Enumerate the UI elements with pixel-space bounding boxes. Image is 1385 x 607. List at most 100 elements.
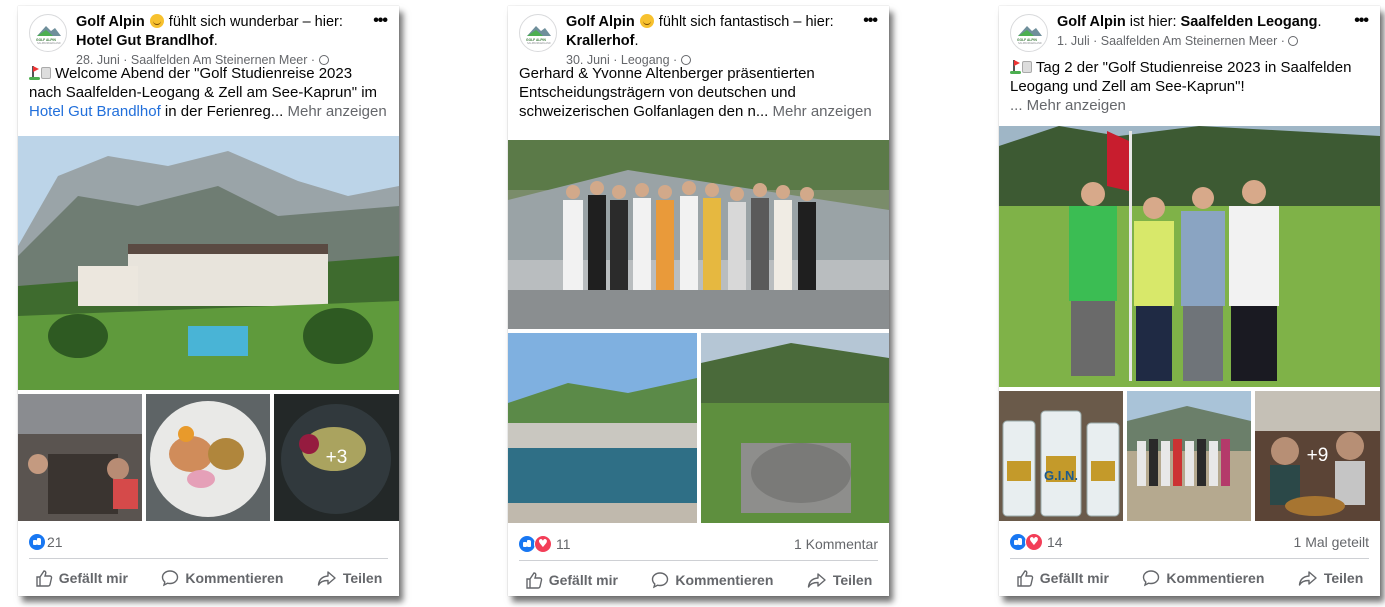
checkin-text: ist hier: — [1129, 14, 1177, 30]
post-meta: 1. Juli · Saalfelden Am Steinernen Meer … — [1057, 32, 1346, 51]
reaction-count[interactable]: 14 — [1047, 534, 1063, 550]
photo-valley[interactable] — [701, 333, 889, 523]
author-name[interactable]: Golf Alpin — [566, 14, 635, 30]
post-meta: 28. Juni · Saalfelden Am Steinernen Meer… — [76, 51, 365, 70]
comment-button[interactable]: Kommentieren — [651, 571, 773, 589]
avatar[interactable]: GOLF ALPIN SALZBURGERLAND — [1010, 14, 1048, 52]
post-title: Golf Alpin fühlt sich wunderbar – hier: … — [76, 13, 365, 70]
photo-hotel-pool[interactable] — [508, 333, 697, 523]
post-text-body: Tag 2 der "Golf Studienreise 2023 in Saa… — [1010, 59, 1352, 95]
post-meta: 30. Juni · Leogang · — [566, 51, 855, 70]
comment-icon — [162, 570, 179, 587]
comment-icon — [1143, 570, 1160, 587]
place-link[interactable]: Saalfelden Leogang — [1181, 14, 1318, 30]
post-header: GOLF ALPIN SALZBURGERLAND Golf Alpin füh… — [18, 6, 399, 67]
post-date-location[interactable]: 28. Juni · Saalfelden Am Steinernen Meer… — [76, 53, 315, 67]
like-label: Gefällt mir — [1039, 570, 1109, 586]
comment-button[interactable]: Kommentieren — [1142, 569, 1264, 587]
photo-dinner[interactable] — [18, 394, 142, 521]
love-reaction-icon — [1025, 533, 1043, 551]
photo-grid: G.I.N. +9 — [999, 126, 1380, 521]
photo-golfers[interactable] — [999, 126, 1380, 387]
share-button[interactable]: Teilen — [1298, 569, 1363, 587]
more-options-icon[interactable]: ••• — [1354, 12, 1369, 30]
hotel-link[interactable]: Hotel Gut Brandlhof — [29, 103, 161, 120]
feeling-text: fühlt sich wunderbar – hier: — [168, 14, 343, 30]
divider — [519, 560, 878, 561]
post-text-tail: in der Ferienreg... — [164, 103, 284, 120]
reaction-count[interactable]: 21 — [47, 534, 63, 550]
photo-hotel[interactable] — [18, 136, 399, 390]
post-text-body: Welcome Abend der "Golf Studienreise 202… — [29, 65, 378, 101]
reaction-bar: 11 1 Kommentar — [519, 532, 878, 556]
share-icon — [807, 573, 826, 588]
smile-emoji-icon — [149, 14, 164, 28]
avatar-logo-icon — [1018, 26, 1042, 36]
like-icon — [1017, 570, 1033, 587]
avatar[interactable]: GOLF ALPIN SALZBURGERLAND — [519, 14, 557, 52]
like-button[interactable]: Gefällt mir — [35, 569, 128, 587]
more-photos-count[interactable]: +9 — [1255, 391, 1380, 521]
post-date-location[interactable]: 1. Juli · Saalfelden Am Steinernen Meer … — [1057, 34, 1285, 48]
logo-subtext: SALZBURGERLAND — [37, 42, 61, 45]
like-icon — [526, 572, 542, 589]
globe-icon — [318, 55, 329, 65]
share-icon — [1298, 571, 1317, 586]
comment-button[interactable]: Kommentieren — [161, 569, 283, 587]
comment-label: Kommentieren — [1166, 570, 1265, 586]
share-icon — [317, 571, 336, 586]
post-card-3: GOLF ALPIN SALZBURGERLAND Golf Alpin ist… — [999, 6, 1380, 596]
photo-group-terrace[interactable] — [1127, 391, 1251, 521]
photo-dinner-2[interactable]: +9 — [1255, 391, 1380, 521]
photo-grid: +3 — [18, 136, 399, 521]
post-title: Golf Alpin ist hier: Saalfelden Leogang.… — [1057, 13, 1346, 51]
see-more-link[interactable]: Mehr anzeigen — [287, 103, 386, 120]
author-name[interactable]: Golf Alpin — [76, 14, 145, 30]
post-title: Golf Alpin fühlt sich fantastisch – hier… — [566, 13, 855, 70]
post-text: Tag 2 der "Golf Studienreise 2023 in Saa… — [999, 58, 1380, 115]
see-more-link[interactable]: ... Mehr anzeigen — [1010, 97, 1126, 114]
divider — [29, 558, 388, 559]
post-text: Gerhard & Yvonne Altenberger präsentiert… — [508, 64, 889, 121]
photo-dish-1[interactable] — [146, 394, 270, 521]
golf-flag-icon — [1010, 60, 1032, 74]
post-text-body: Gerhard & Yvonne Altenberger präsentiert… — [519, 65, 815, 120]
share-label: Teilen — [342, 570, 383, 586]
photo-dish-2[interactable]: +3 — [274, 394, 399, 521]
avatar-logo-icon — [37, 26, 61, 36]
post-date-location[interactable]: 30. Juni · Leogang · — [566, 53, 677, 67]
avatar[interactable]: GOLF ALPIN SALZBURGERLAND — [29, 14, 67, 52]
place-link[interactable]: Krallerhof — [566, 33, 635, 49]
share-button[interactable]: Teilen — [317, 569, 382, 587]
share-label: Teilen — [1323, 570, 1364, 586]
see-more-link[interactable]: Mehr anzeigen — [773, 103, 872, 120]
comment-label: Kommentieren — [185, 570, 284, 586]
share-button[interactable]: Teilen — [807, 571, 872, 589]
like-reaction-icon — [29, 534, 45, 550]
logo-subtext: SALZBURGERLAND — [1018, 42, 1042, 45]
author-name[interactable]: Golf Alpin — [1057, 14, 1126, 30]
golf-flag-icon — [29, 66, 51, 80]
avatar-logo-icon — [527, 26, 551, 36]
more-options-icon[interactable]: ••• — [373, 12, 388, 30]
globe-icon — [680, 55, 691, 65]
gin-label: G.I.N. — [1044, 468, 1078, 483]
more-photos-count[interactable]: +3 — [274, 394, 399, 521]
comment-label: Kommentieren — [675, 572, 774, 588]
photo-group[interactable] — [508, 140, 889, 329]
logo-subtext: SALZBURGERLAND — [527, 42, 551, 45]
share-count[interactable]: 1 Mal geteilt — [1294, 534, 1369, 550]
photo-gin-bottles[interactable]: G.I.N. — [999, 391, 1123, 521]
like-button[interactable]: Gefällt mir — [1016, 569, 1109, 587]
action-bar: Gefällt mir Kommentieren Teilen — [999, 561, 1380, 595]
more-options-icon[interactable]: ••• — [863, 12, 878, 30]
globe-icon — [1288, 36, 1299, 46]
comment-icon — [652, 572, 669, 589]
reaction-bar: 21 — [29, 530, 388, 554]
comment-count[interactable]: 1 Kommentar — [794, 536, 878, 552]
love-reaction-icon — [534, 535, 552, 553]
like-button[interactable]: Gefällt mir — [525, 571, 618, 589]
place-link[interactable]: Hotel Gut Brandlhof — [76, 33, 214, 49]
reaction-count[interactable]: 11 — [556, 536, 571, 552]
like-label: Gefällt mir — [548, 572, 618, 588]
